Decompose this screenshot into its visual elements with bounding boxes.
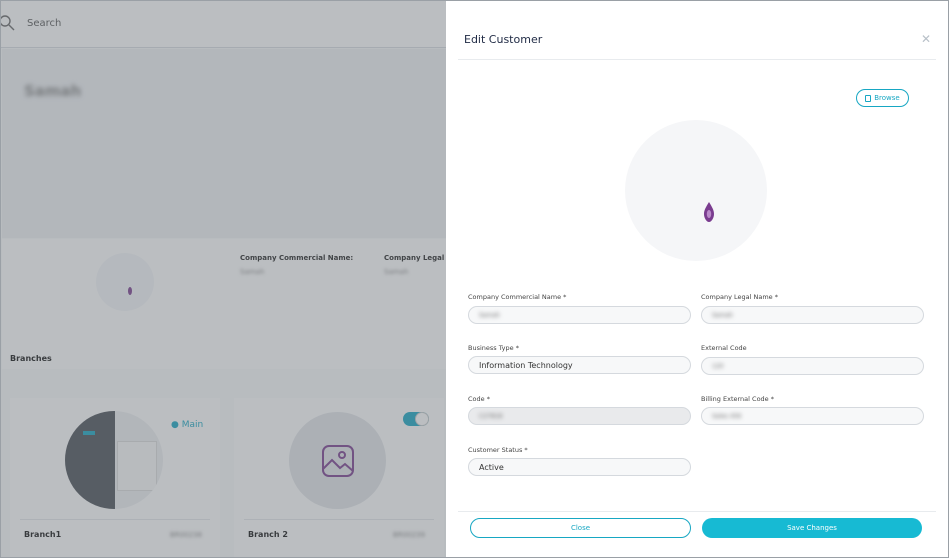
legal-name-label: Company Legal Name *: [701, 293, 778, 301]
code-input: C27818: [468, 407, 691, 425]
external-code-label: External Code: [701, 344, 747, 352]
modal-title: Edit Customer: [464, 33, 543, 46]
customer-status-label: Customer Status *: [468, 446, 528, 454]
legal-name-input[interactable]: Samah: [701, 306, 924, 324]
save-changes-button[interactable]: Save Changes: [702, 518, 922, 538]
commercial-name-label: Company Commercial Name *: [468, 293, 567, 301]
file-icon: [865, 94, 872, 102]
external-code-input[interactable]: 120: [701, 357, 924, 375]
close-icon[interactable]: ✕: [920, 33, 932, 45]
footer-divider: [458, 511, 936, 512]
business-type-label: Business Type *: [468, 344, 519, 352]
browse-button[interactable]: Browse: [856, 89, 909, 107]
commercial-name-input[interactable]: Samah: [468, 306, 691, 324]
customer-status-select[interactable]: Active: [468, 458, 691, 476]
header-divider: [458, 59, 936, 60]
company-logo-mark: [704, 202, 714, 222]
billing-external-code-input[interactable]: Sales 456: [701, 407, 924, 425]
close-button[interactable]: Close: [470, 518, 691, 538]
business-type-select[interactable]: Information Technology: [468, 356, 691, 374]
billing-external-code-label: Billing External Code *: [701, 395, 774, 403]
browse-label: Browse: [874, 94, 900, 102]
code-label: Code *: [468, 395, 490, 403]
company-logo-preview: [625, 120, 767, 261]
edit-customer-modal: Edit Customer ✕ Browse Company Commercia…: [446, 1, 948, 557]
